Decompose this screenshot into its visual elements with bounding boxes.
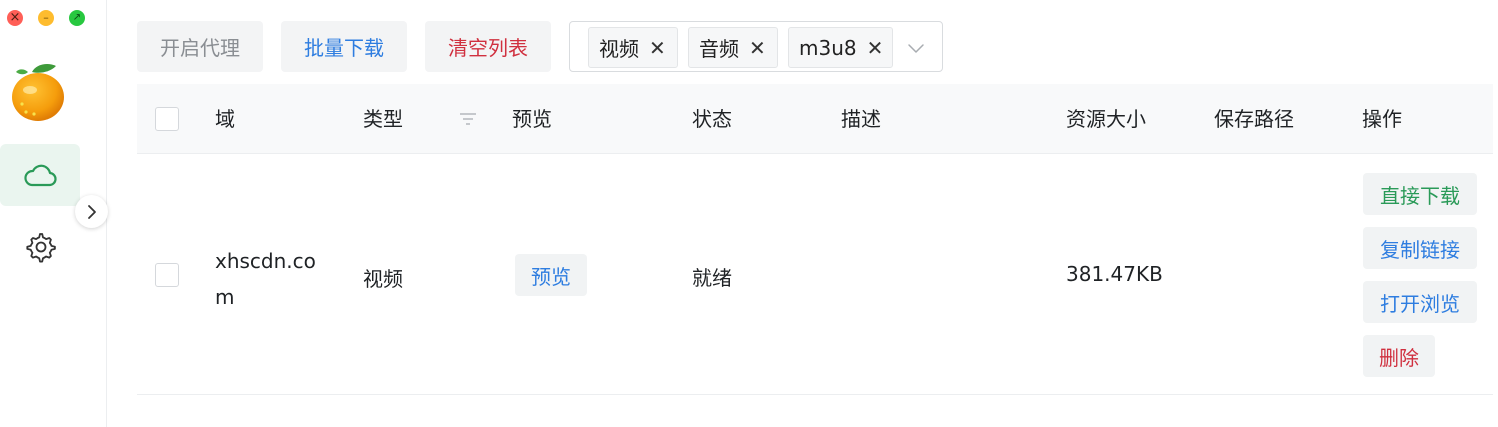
tag-remove-icon[interactable]: ✕ xyxy=(649,36,666,60)
tag-remove-icon[interactable]: ✕ xyxy=(749,36,766,60)
open-browse-button[interactable]: 打开浏览 xyxy=(1363,281,1477,323)
delete-button[interactable]: 删除 xyxy=(1363,335,1435,377)
sidebar-item-settings[interactable] xyxy=(0,216,80,278)
filter-tag-label: 视频 xyxy=(599,37,639,61)
column-header-size: 资源大小 xyxy=(1066,107,1146,131)
window-maximize-button[interactable] xyxy=(69,10,85,26)
row-domain: xhscdn.com xyxy=(215,249,316,309)
orange-fruit-icon xyxy=(12,64,64,121)
row-checkbox[interactable] xyxy=(155,263,179,287)
column-header-type: 类型 xyxy=(363,107,403,131)
column-header-save-path: 保存路径 xyxy=(1214,107,1294,131)
sidebar xyxy=(0,0,108,427)
table-row: xhscdn.com 视频 预览 就绪 381.47KB 直接下载 复制链接 打… xyxy=(137,155,1493,395)
chevron-down-icon[interactable] xyxy=(906,38,926,58)
direct-download-button[interactable]: 直接下载 xyxy=(1363,173,1477,215)
batch-download-button[interactable]: 批量下载 xyxy=(281,21,407,72)
tag-remove-icon[interactable]: ✕ xyxy=(867,36,884,60)
column-header-description: 描述 xyxy=(841,107,881,131)
preview-button[interactable]: 预览 xyxy=(515,254,587,296)
filter-tag-label: m3u8 xyxy=(799,35,857,60)
open-proxy-button[interactable]: 开启代理 xyxy=(137,21,263,72)
copy-link-button[interactable]: 复制链接 xyxy=(1363,227,1477,269)
window-close-button[interactable] xyxy=(7,10,23,26)
chevron-right-icon xyxy=(87,204,96,219)
gear-icon xyxy=(26,233,56,263)
type-filter-select[interactable]: 视频 ✕ 音频 ✕ m3u8 ✕ xyxy=(569,21,943,72)
column-header-domain: 域 xyxy=(215,107,235,131)
filter-tag-label: 音频 xyxy=(699,37,739,61)
sidebar-item-downloads[interactable] xyxy=(0,144,80,206)
filter-tag-video: 视频 ✕ xyxy=(588,27,678,68)
filter-icon[interactable] xyxy=(459,110,477,128)
cloud-icon xyxy=(24,164,57,187)
filter-tag-audio: 音频 ✕ xyxy=(688,27,778,68)
sidebar-collapse-toggle[interactable] xyxy=(75,195,108,228)
row-type: 视频 xyxy=(363,267,403,291)
window-minimize-button[interactable] xyxy=(38,10,54,26)
column-header-actions: 操作 xyxy=(1362,107,1402,131)
table-header: 域 类型 预览 状态 描述 资源大小 保存路径 操作 xyxy=(137,84,1493,154)
filter-tag-m3u8: m3u8 ✕ xyxy=(788,27,893,68)
clear-list-button[interactable]: 清空列表 xyxy=(425,21,551,72)
column-header-preview: 预览 xyxy=(512,107,552,131)
row-status: 就绪 xyxy=(692,266,732,290)
row-size: 381.47KB xyxy=(1066,262,1163,286)
select-all-checkbox[interactable] xyxy=(155,107,179,131)
column-header-status: 状态 xyxy=(692,107,732,131)
